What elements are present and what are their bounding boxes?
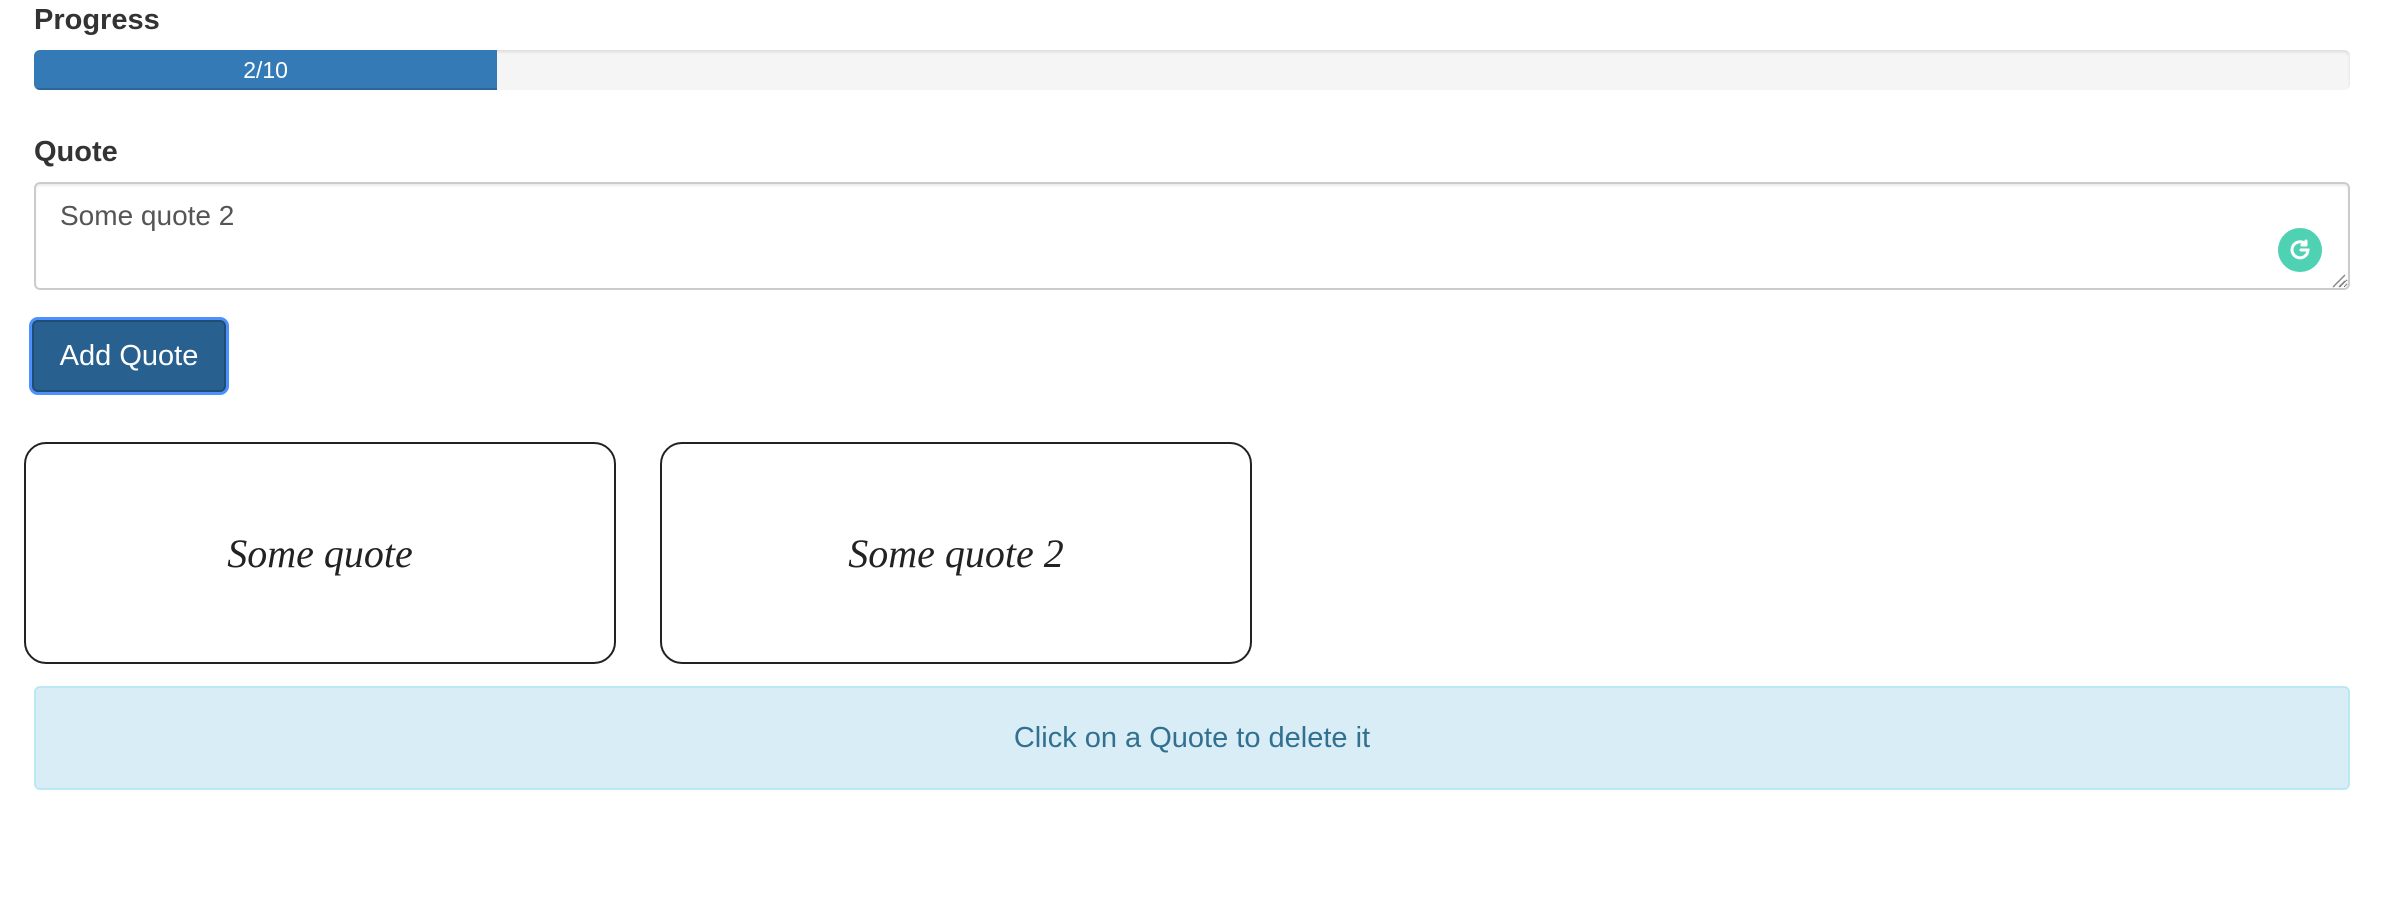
quote-card[interactable]: Some quote 2 [660,442,1252,664]
grammarly-icon[interactable] [2278,228,2322,272]
progress-text: 2/10 [243,56,288,83]
progress-label: Progress [34,4,160,36]
quote-app: Progress 2/10 Quote Add Quote Some quote… [0,0,2390,900]
quote-label: Quote [34,136,118,168]
resize-handle-icon[interactable] [2330,272,2346,288]
grammarly-g-glyph [2290,239,2310,260]
info-alert: Click on a Quote to delete it [34,686,2350,790]
info-alert-text: Click on a Quote to delete it [1013,721,1371,754]
quote-card-text: Some quote [227,530,413,576]
quote-card[interactable]: Some quote [24,442,616,664]
progress-fill: 2/10 [34,50,498,90]
progress-bar: 2/10 [34,50,2350,90]
add-quote-button[interactable]: Add Quote [32,320,226,392]
quote-card-text: Some quote 2 [848,530,1064,576]
quote-textarea[interactable] [34,182,2350,290]
